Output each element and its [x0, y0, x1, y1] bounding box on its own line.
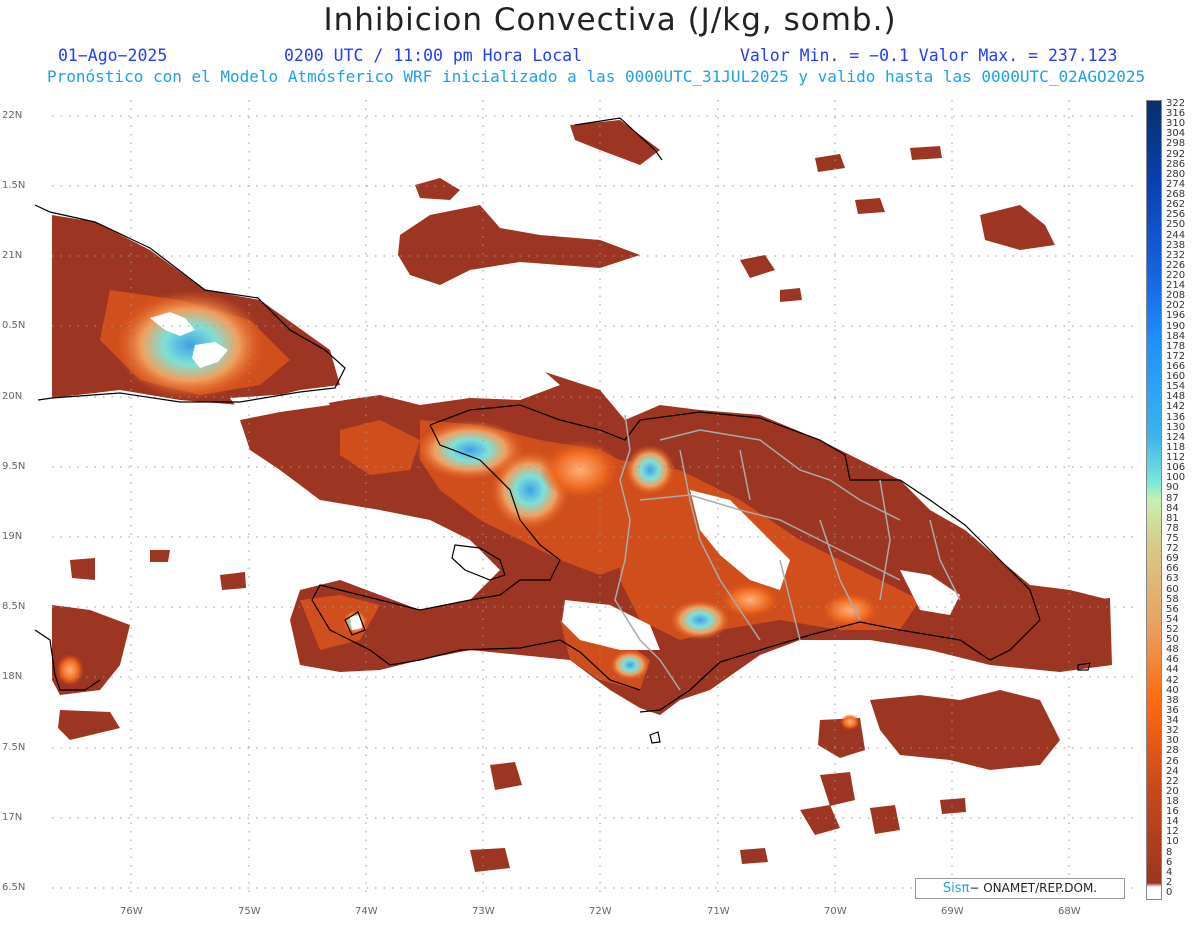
- lat-label: 0.5N: [2, 320, 26, 331]
- lon-label: 74W: [355, 906, 378, 917]
- credit-org: − ONAMET/REP.DOM.: [969, 881, 1098, 895]
- colorbar-tick-label: 87: [1166, 492, 1179, 504]
- lat-label: 18N: [2, 671, 23, 682]
- colorbar-tick-label: 26: [1166, 755, 1179, 767]
- cin-map: [34, 100, 1138, 898]
- colorbar: [1146, 100, 1162, 900]
- colorbar-tick-label: 10: [1166, 836, 1179, 848]
- forecast-description: Pronóstico con el Modelo Atmósferico WRF…: [47, 67, 1146, 86]
- lat-label: 19N: [2, 531, 23, 542]
- lat-label: 7.5N: [2, 742, 26, 753]
- colorbar-tick-label: 298: [1166, 138, 1186, 150]
- lat-label: 21N: [2, 250, 23, 261]
- lon-label: 69W: [941, 906, 964, 917]
- lat-label: 17N: [2, 812, 23, 823]
- colorbar-tick-label: 90: [1166, 482, 1179, 494]
- lon-label: 75W: [238, 906, 261, 917]
- lon-label: 68W: [1058, 906, 1081, 917]
- lon-label: 72W: [589, 906, 612, 917]
- value-range: Valor Min. = −0.1 Valor Max. = 237.123: [740, 46, 1118, 65]
- lat-label: 20N: [2, 391, 23, 402]
- lon-label: 76W: [120, 906, 143, 917]
- lon-label: 73W: [472, 906, 495, 917]
- colorbar-tick-label: 63: [1166, 573, 1179, 585]
- lat-label: 8.5N: [2, 601, 26, 612]
- lon-label: 70W: [824, 906, 847, 917]
- colorbar-tick-label: 250: [1166, 219, 1186, 231]
- colorbar-tick-label: 142: [1166, 401, 1186, 413]
- colorbar-tick-label: 44: [1166, 664, 1179, 676]
- colorbar-tick-label: 196: [1166, 310, 1186, 322]
- map-title: Inhibicion Convectiva (J/kg, somb.): [323, 2, 897, 38]
- lon-label: 71W: [707, 906, 730, 917]
- lat-label: 22N: [2, 110, 23, 121]
- forecast-time: 0200 UTC / 11:00 pm Hora Local: [284, 46, 583, 65]
- lat-label: 1.5N: [2, 180, 26, 191]
- colorbar-tick-label: 244: [1166, 229, 1186, 241]
- forecast-date: 01−Ago−2025: [58, 46, 168, 65]
- colorbar-tick-label: 28: [1166, 745, 1179, 757]
- credit-box: Sisπ− ONAMET/REP.DOM.: [915, 878, 1125, 899]
- credit-brand: Sisπ: [942, 881, 970, 896]
- lat-label: 9.5N: [2, 461, 26, 472]
- colorbar-tick-label: 0: [1166, 887, 1173, 898]
- lat-label: 6.5N: [2, 882, 26, 893]
